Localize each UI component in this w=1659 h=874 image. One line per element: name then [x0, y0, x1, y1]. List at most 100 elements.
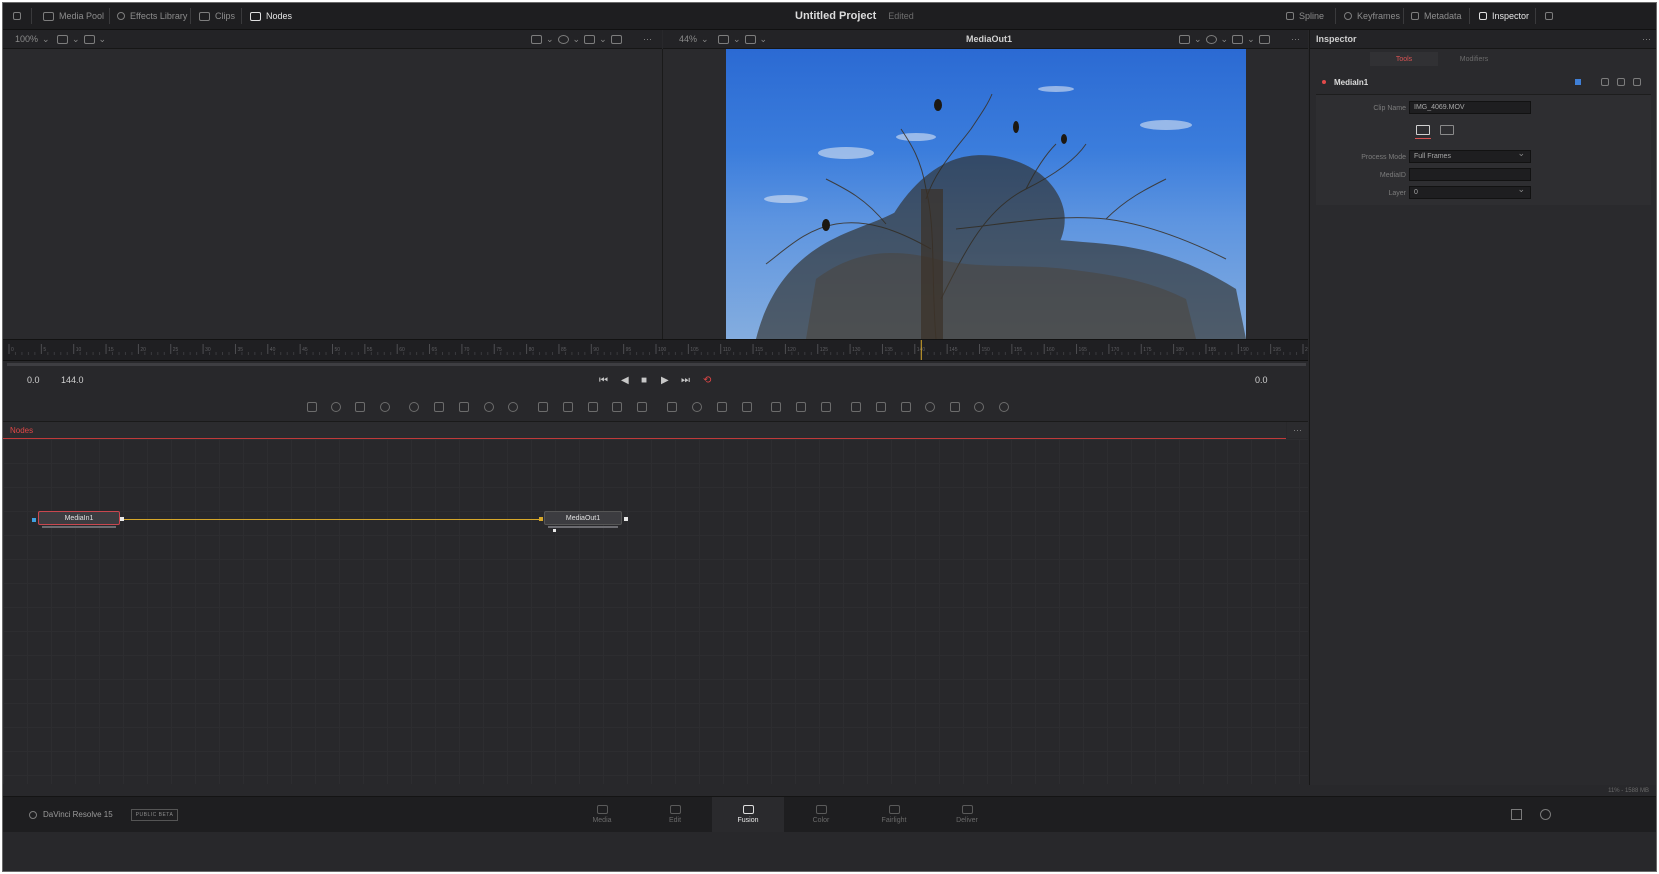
blur-tool[interactable]	[432, 400, 446, 414]
planar-tracker-tool[interactable]	[794, 400, 808, 414]
go-to-end-button[interactable]: ⏭	[681, 373, 690, 387]
left-viewer-more-button[interactable]: ···	[643, 30, 652, 48]
chevron-down-icon: ⌄	[701, 33, 709, 44]
left-viewer-zoom[interactable]: 100% ⌄	[15, 30, 50, 48]
spline-button[interactable]: Spline	[1286, 3, 1324, 29]
tab-modifiers[interactable]: Modifiers	[1438, 52, 1510, 66]
render-start-field[interactable]: 0.0	[27, 372, 40, 388]
nodes-button[interactable]: Nodes	[250, 3, 292, 29]
color-channel-icon	[1205, 34, 1217, 44]
ultra-keyer-tool[interactable]	[819, 400, 833, 414]
merge-tool[interactable]	[536, 400, 550, 414]
effects-library-button[interactable]: Effects Library	[117, 3, 187, 29]
right-viewer-zoom[interactable]: 44% ⌄	[679, 30, 709, 48]
image-plane-3d-tool[interactable]	[997, 400, 1011, 414]
mediaout-mask-port[interactable]	[553, 529, 556, 532]
nodes-more-button[interactable]: ···	[1287, 422, 1308, 438]
camera-3d-tool[interactable]	[923, 400, 937, 414]
left-viewer-tools[interactable]: ⌄ ⌄ ⌄	[531, 30, 622, 48]
lock-icon[interactable]	[1617, 78, 1625, 86]
color-correct-tool[interactable]	[457, 400, 471, 414]
page-edit[interactable]: Edit	[639, 797, 711, 832]
page-deliver[interactable]: Deliver	[931, 797, 1003, 832]
step-back-icon: ◀	[621, 374, 629, 386]
metadata-button[interactable]: Metadata	[1411, 3, 1462, 29]
version-color-icon[interactable]	[1575, 79, 1581, 85]
stop-button[interactable]: ■	[641, 373, 647, 387]
mediaout-input-port[interactable]	[539, 517, 543, 521]
process-mode-dropdown[interactable]: Full Frames	[1409, 148, 1531, 163]
inspector-panel: Inspector ··· Tools Modifiers MediaIn1 C…	[1309, 30, 1656, 785]
project-title: Untitled Project	[795, 10, 877, 22]
media-id-field[interactable]	[1409, 168, 1531, 181]
brush-tool[interactable]	[378, 400, 392, 414]
mediain-input-port[interactable]	[32, 518, 36, 522]
page-media[interactable]: Media	[566, 797, 638, 832]
renderer-3d-tool[interactable]	[972, 400, 986, 414]
text-3d-tool[interactable]	[874, 400, 888, 414]
ellipse-mask-tool[interactable]	[690, 400, 704, 414]
node-mediain1[interactable]: MediaIn1	[38, 511, 120, 528]
clip-name-field[interactable]: IMG_4069.MOV	[1409, 101, 1531, 114]
light-3d-tool[interactable]	[948, 400, 962, 414]
tracker-tool[interactable]	[769, 400, 783, 414]
keyframes-button[interactable]: Keyframes	[1344, 3, 1400, 29]
current-time-field[interactable]: 0.0	[1255, 372, 1268, 388]
glow-tool[interactable]	[482, 400, 496, 414]
merge-3d-icon	[901, 402, 911, 412]
page-fusion[interactable]: Fusion	[712, 797, 784, 832]
tab-tools[interactable]: Tools	[1370, 52, 1438, 66]
render-end-field[interactable]: 144.0	[61, 372, 84, 388]
text-3d-icon	[876, 402, 886, 412]
sidebar-toggle-button[interactable]	[13, 3, 21, 29]
gear-icon[interactable]	[1540, 809, 1551, 820]
node-editor[interactable]: MediaIn1 MediaOut1	[3, 439, 1308, 784]
step-back-button[interactable]: ◀	[621, 373, 629, 387]
play-button[interactable]: ▶	[661, 373, 669, 387]
right-viewer-tools[interactable]: ⌄ ⌄ ⌄	[1179, 30, 1270, 48]
resize-tool[interactable]	[635, 400, 649, 414]
layer-dropdown[interactable]: 0	[1409, 184, 1531, 199]
clips-button[interactable]: Clips	[199, 3, 235, 29]
play-icon: ▶	[661, 374, 669, 386]
media-pool-button[interactable]: Media Pool	[43, 3, 104, 29]
pin-icon[interactable]	[1601, 78, 1609, 86]
rectangle-mask-tool[interactable]	[665, 400, 679, 414]
timeline-scrubber[interactable]	[7, 363, 1306, 366]
inspector-button[interactable]: Inspector	[1479, 3, 1529, 29]
fullscreen-button[interactable]	[1545, 3, 1553, 29]
page-color[interactable]: Color	[785, 797, 857, 832]
node-link[interactable]	[124, 519, 542, 520]
keyframes-icon	[1344, 12, 1352, 20]
time-ruler[interactable]: 0 5 10 15 20 25 30 35 40 45 50 55 60 65 70 75 80 85 90 95 10…	[3, 339, 1314, 361]
channel-booleans-tool[interactable]	[561, 400, 575, 414]
node-mediaout1[interactable]: MediaOut1	[544, 511, 622, 528]
shape-3d-tool[interactable]	[849, 400, 863, 414]
background-tool[interactable]	[305, 400, 319, 414]
home-icon[interactable]	[1511, 809, 1522, 820]
merge-3d-tool[interactable]	[899, 400, 913, 414]
transform-tool[interactable]	[610, 400, 624, 414]
mediaout-output-port[interactable]	[624, 517, 628, 521]
page-deliver-label: Deliver	[956, 817, 978, 824]
image-tab-icon[interactable]	[1415, 125, 1431, 139]
paint-tool[interactable]	[329, 400, 343, 414]
left-viewer[interactable]	[3, 49, 663, 339]
particles-tool[interactable]	[407, 400, 421, 414]
inspector-node-row[interactable]: MediaIn1	[1316, 73, 1651, 91]
inspector-more-button[interactable]: ···	[1642, 30, 1651, 48]
loop-button[interactable]: ⟲	[703, 373, 711, 387]
left-view-options-button[interactable]: ⌄ ⌄	[57, 30, 106, 48]
go-to-start-button[interactable]: ⏮	[599, 373, 608, 387]
right-viewer-more-button[interactable]: ···	[1291, 30, 1300, 48]
matte-control-tool[interactable]	[586, 400, 600, 414]
audio-tab-icon[interactable]	[1440, 125, 1454, 135]
right-view-options-button[interactable]: ⌄ ⌄	[718, 30, 767, 48]
reset-icon[interactable]	[1633, 78, 1641, 86]
droplet-tool[interactable]	[506, 400, 520, 414]
text-tool[interactable]	[353, 400, 367, 414]
page-color-label: Color	[812, 817, 830, 824]
bspline-mask-tool[interactable]	[740, 400, 754, 414]
page-fairlight[interactable]: Fairlight	[858, 797, 930, 832]
polygon-mask-tool[interactable]	[715, 400, 729, 414]
